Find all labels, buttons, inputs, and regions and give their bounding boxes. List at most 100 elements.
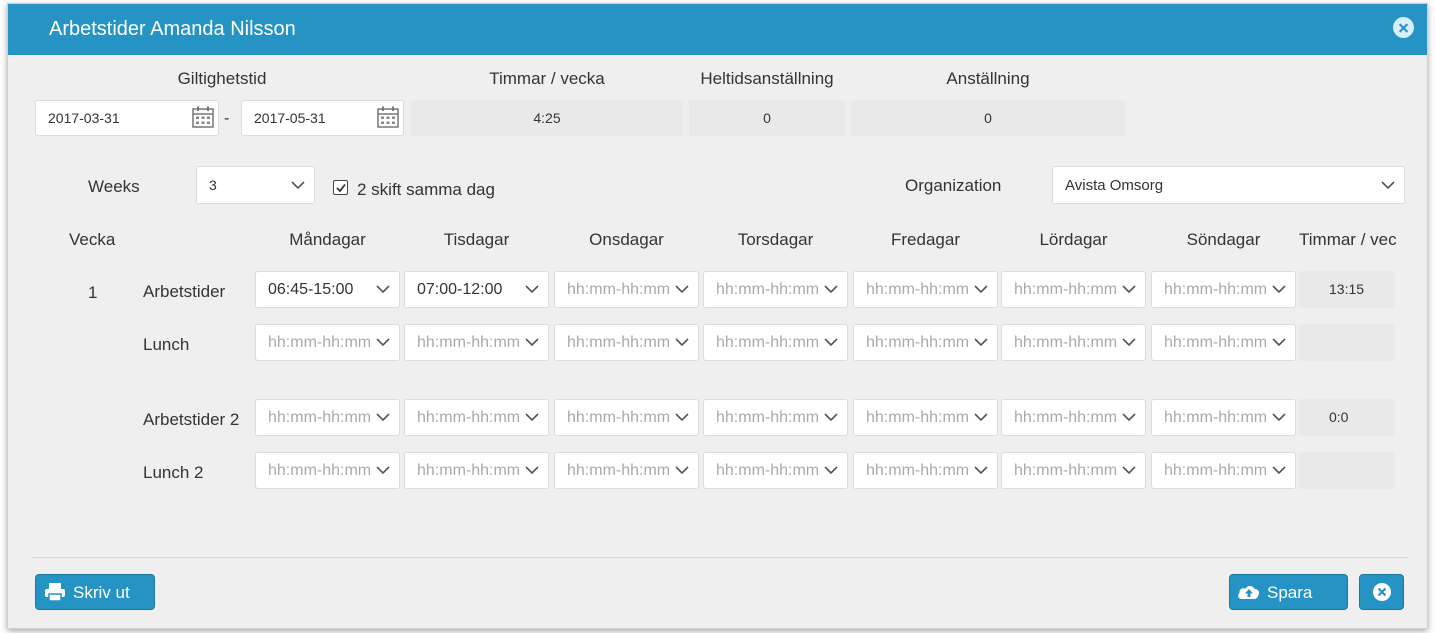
- chevron-down-icon: [973, 409, 989, 425]
- time-select-lunch-2-thursday[interactable]: hh:mm-hh:mm: [703, 452, 848, 489]
- time-value: hh:mm-hh:mm: [417, 462, 521, 479]
- time-select-lunch-2-sunday[interactable]: hh:mm-hh:mm: [1151, 452, 1296, 489]
- time-select-lunch-tuesday[interactable]: hh:mm-hh:mm: [404, 324, 549, 361]
- time-select-work-hours-saturday[interactable]: hh:mm-hh:mm: [1001, 271, 1146, 308]
- chevron-down-icon: [674, 334, 690, 350]
- hours-per-week-value: 4:25: [411, 100, 683, 136]
- week-column-header: Vecka: [69, 230, 116, 249]
- time-value: hh:mm-hh:mm: [1164, 334, 1268, 351]
- time-select-work-hours-wednesday[interactable]: hh:mm-hh:mm: [554, 271, 699, 308]
- chevron-down-icon: [823, 334, 839, 350]
- row-label-work-hours-2: Arbetstider 2: [143, 410, 240, 429]
- time-value: hh:mm-hh:mm: [417, 334, 521, 351]
- print-button[interactable]: Skriv ut: [35, 574, 155, 610]
- time-select-work-hours-sunday[interactable]: hh:mm-hh:mm: [1151, 271, 1296, 308]
- time-select-lunch-monday[interactable]: hh:mm-hh:mm: [255, 324, 400, 361]
- row-total-lunch-2: [1299, 452, 1394, 489]
- chevron-down-icon: [524, 409, 540, 425]
- time-select-lunch-2-saturday[interactable]: hh:mm-hh:mm: [1001, 452, 1146, 489]
- chevron-down-icon: [1121, 409, 1137, 425]
- time-select-work-hours-thursday[interactable]: hh:mm-hh:mm: [703, 271, 848, 308]
- time-select-lunch-thursday[interactable]: hh:mm-hh:mm: [703, 324, 848, 361]
- time-value: 06:45-15:00: [268, 281, 354, 298]
- valid-from-value: 2017-03-31: [48, 110, 120, 126]
- time-value: hh:mm-hh:mm: [567, 281, 671, 298]
- chevron-down-icon: [524, 334, 540, 350]
- time-select-lunch-sunday[interactable]: hh:mm-hh:mm: [1151, 324, 1296, 361]
- row-total-lunch: [1299, 324, 1394, 361]
- time-value: hh:mm-hh:mm: [1164, 462, 1268, 479]
- time-select-work-hours-friday[interactable]: hh:mm-hh:mm: [853, 271, 998, 308]
- time-select-lunch-friday[interactable]: hh:mm-hh:mm: [853, 324, 998, 361]
- calendar-icon[interactable]: [375, 104, 401, 130]
- chevron-down-icon: [674, 281, 690, 297]
- time-value: hh:mm-hh:mm: [1014, 281, 1118, 298]
- chevron-down-icon: [973, 334, 989, 350]
- row-total-work-hours-2: 0:0: [1299, 399, 1394, 436]
- time-value: hh:mm-hh:mm: [866, 409, 970, 426]
- valid-to-field[interactable]: 2017-05-31: [241, 100, 404, 136]
- time-select-lunch-wednesday[interactable]: hh:mm-hh:mm: [554, 324, 699, 361]
- validity-label: Giltighetstid: [177, 69, 267, 88]
- time-value: hh:mm-hh:mm: [1014, 462, 1118, 479]
- organization-value: Avista Omsorg: [1065, 177, 1164, 194]
- print-button-label: Skriv ut: [73, 583, 130, 602]
- calendar-icon[interactable]: [190, 104, 216, 130]
- time-select-work-hours-2-monday[interactable]: hh:mm-hh:mm: [255, 399, 400, 436]
- time-select-work-hours-2-thursday[interactable]: hh:mm-hh:mm: [703, 399, 848, 436]
- time-value: hh:mm-hh:mm: [268, 462, 372, 479]
- save-button[interactable]: Spara: [1229, 574, 1348, 610]
- time-select-work-hours-2-sunday[interactable]: hh:mm-hh:mm: [1151, 399, 1296, 436]
- time-select-lunch-saturday[interactable]: hh:mm-hh:mm: [1001, 324, 1146, 361]
- chevron-down-icon: [375, 334, 391, 350]
- chevron-down-icon: [1271, 462, 1287, 478]
- chevron-down-icon: [375, 462, 391, 478]
- organization-select[interactable]: Avista Omsorg: [1052, 166, 1405, 204]
- time-value: hh:mm-hh:mm: [1014, 409, 1118, 426]
- time-value: hh:mm-hh:mm: [1164, 409, 1268, 426]
- cancel-button[interactable]: [1359, 574, 1404, 610]
- day-header-friday: Fredagar: [891, 230, 960, 249]
- time-select-work-hours-2-saturday[interactable]: hh:mm-hh:mm: [1001, 399, 1146, 436]
- day-header-wednesday: Onsdagar: [589, 230, 664, 249]
- time-select-work-hours-2-friday[interactable]: hh:mm-hh:mm: [853, 399, 998, 436]
- time-value: hh:mm-hh:mm: [716, 462, 820, 479]
- time-value: hh:mm-hh:mm: [716, 409, 820, 426]
- time-select-lunch-2-friday[interactable]: hh:mm-hh:mm: [853, 452, 998, 489]
- time-value: hh:mm-hh:mm: [567, 334, 671, 351]
- chevron-down-icon: [973, 281, 989, 297]
- time-value: hh:mm-hh:mm: [716, 334, 820, 351]
- time-value: hh:mm-hh:mm: [866, 281, 970, 298]
- chevron-down-icon: [973, 462, 989, 478]
- weeks-select[interactable]: 3: [196, 166, 315, 204]
- chevron-down-icon: [1271, 334, 1287, 350]
- time-select-lunch-2-wednesday[interactable]: hh:mm-hh:mm: [554, 452, 699, 489]
- time-select-work-hours-monday[interactable]: 06:45-15:00: [255, 271, 400, 308]
- dialog-header: Arbetstider Amanda Nilsson: [8, 4, 1427, 55]
- valid-from-field[interactable]: 2017-03-31: [35, 100, 219, 136]
- time-select-work-hours-2-tuesday[interactable]: hh:mm-hh:mm: [404, 399, 549, 436]
- time-value: hh:mm-hh:mm: [1164, 281, 1268, 298]
- time-select-lunch-2-tuesday[interactable]: hh:mm-hh:mm: [404, 452, 549, 489]
- hours-per-week-label: Timmar / vecka: [489, 69, 605, 88]
- time-select-work-hours-2-wednesday[interactable]: hh:mm-hh:mm: [554, 399, 699, 436]
- footer-divider: [32, 557, 1408, 558]
- chevron-down-icon: [1121, 462, 1137, 478]
- time-value: hh:mm-hh:mm: [866, 462, 970, 479]
- row-label-work-hours: Arbetstider: [143, 282, 226, 301]
- fulltime-label: Heltidsanställning: [700, 69, 834, 88]
- two-shifts-checkbox[interactable]: [333, 180, 348, 195]
- organization-label: Organization: [905, 176, 1002, 195]
- chevron-down-icon: [1121, 281, 1137, 297]
- time-select-work-hours-tuesday[interactable]: 07:00-12:00: [404, 271, 549, 308]
- row-total-work-hours: 13:15: [1299, 271, 1394, 308]
- day-header-tuesday: Tisdagar: [443, 230, 510, 249]
- weeks-label: Weeks: [88, 177, 140, 196]
- time-select-lunch-2-monday[interactable]: hh:mm-hh:mm: [255, 452, 400, 489]
- dialog-title: Arbetstider Amanda Nilsson: [49, 18, 296, 40]
- chevron-down-icon: [524, 462, 540, 478]
- time-value: hh:mm-hh:mm: [866, 334, 970, 351]
- close-icon[interactable]: [1393, 17, 1414, 38]
- printer-icon: [45, 583, 65, 602]
- week-number: 1: [88, 283, 98, 302]
